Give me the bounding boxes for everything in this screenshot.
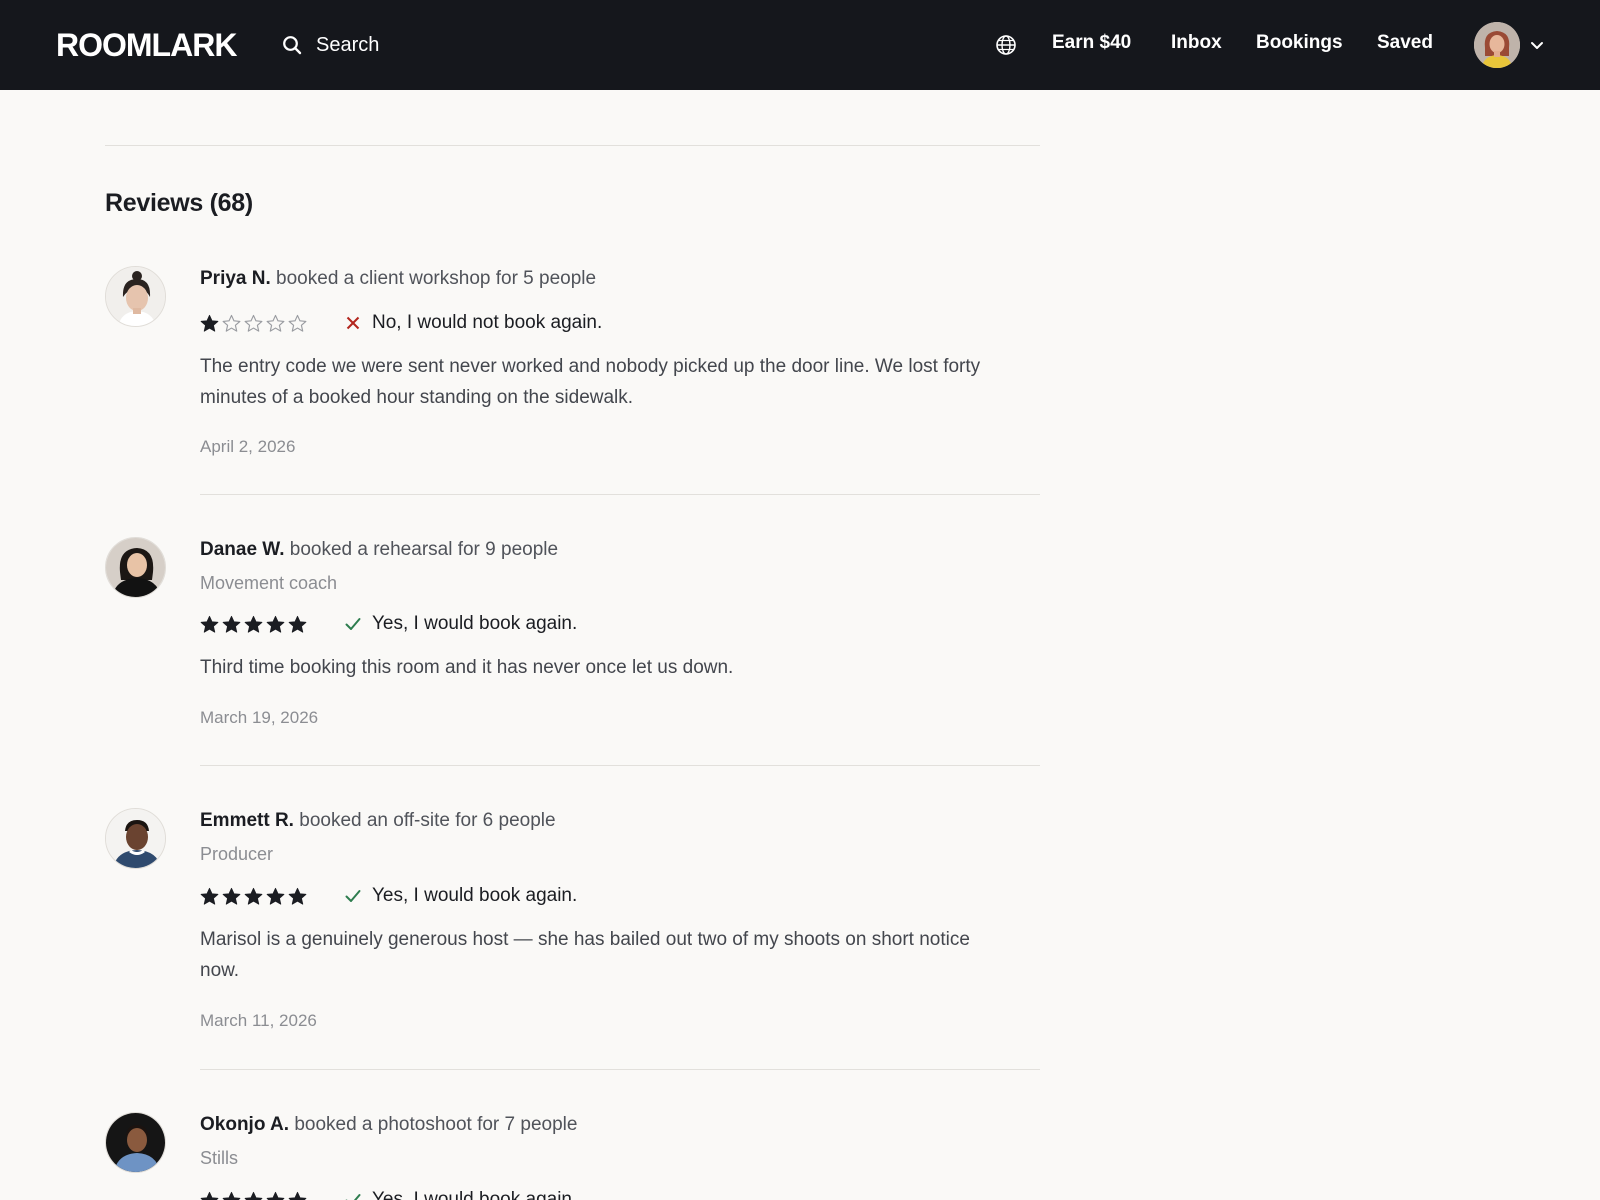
reviewer-name[interactable]: Priya N. <box>200 268 271 289</box>
chevron-down-icon <box>1531 42 1543 49</box>
verdict-text: Yes, I would book again. <box>372 1189 578 1200</box>
reviewer-role: Stills <box>200 1148 239 1168</box>
review-date: March 19, 2026 <box>200 708 319 727</box>
star-filled-icon <box>200 615 219 633</box>
nav-saved-link[interactable]: Saved <box>1377 32 1433 54</box>
review-headline: Danae W. booked a rehearsal for 9 people <box>200 539 558 561</box>
star-filled-icon <box>200 1191 219 1200</box>
book-again-verdict: Yes, I would book again. <box>344 885 577 907</box>
star-filled-icon <box>266 615 285 633</box>
search-label: Search <box>316 33 380 56</box>
nav-inbox-link[interactable]: Inbox <box>1171 32 1222 54</box>
user-avatar <box>1474 22 1520 68</box>
star-rating <box>200 314 344 333</box>
star-filled-icon <box>266 887 285 905</box>
review-divider <box>200 494 1040 495</box>
booking-description: booked an off-site for 6 people <box>299 810 556 831</box>
review-body: Marisol is a genuinely generous host — s… <box>200 929 970 981</box>
review-headline: Okonjo A. booked a photoshoot for 7 peop… <box>200 1114 577 1136</box>
top-navigation-bar: ROOMLARK Search Earn $40 Inbox Bookings … <box>0 0 1600 90</box>
check-icon <box>345 618 361 630</box>
review-item: Priya N. booked a client workshop for 5 … <box>105 266 1045 496</box>
search-icon <box>283 36 302 55</box>
x-icon <box>346 316 360 330</box>
star-filled-icon <box>222 615 241 633</box>
star-rating <box>200 615 344 634</box>
book-again-verdict: Yes, I would book again. <box>344 1189 577 1200</box>
nav-earn-link[interactable]: Earn $40 <box>1052 32 1131 54</box>
reviewer-avatar[interactable] <box>105 266 166 327</box>
rating-row: Yes, I would book again. <box>200 1188 577 1200</box>
account-menu-button[interactable] <box>1474 22 1548 68</box>
star-filled-icon <box>244 615 263 633</box>
section-divider <box>105 145 1040 146</box>
book-again-verdict: No, I would not book again. <box>344 312 602 334</box>
star-empty-icon <box>266 314 285 332</box>
review-divider <box>200 1069 1040 1070</box>
verdict-text: Yes, I would book again. <box>372 613 578 634</box>
review-item: Okonjo A. booked a photoshoot for 7 peop… <box>105 1112 1045 1200</box>
star-empty-icon <box>222 314 241 332</box>
review-headline: Priya N. booked a client workshop for 5 … <box>200 268 596 290</box>
star-filled-icon <box>288 887 307 905</box>
brand-logo[interactable]: ROOMLARK <box>56 27 237 64</box>
rating-row: Yes, I would book again. <box>200 612 577 636</box>
review-body: Third time booking this room and it has … <box>200 657 734 678</box>
reviewer-name[interactable]: Emmett R. <box>200 810 294 831</box>
search-button[interactable]: Search <box>282 29 379 61</box>
star-filled-icon <box>288 615 307 633</box>
star-empty-icon <box>288 314 307 332</box>
globe-icon[interactable] <box>995 34 1017 56</box>
rating-row: No, I would not book again. <box>200 311 602 335</box>
star-filled-icon <box>200 887 219 905</box>
reviewer-avatar[interactable] <box>105 537 166 598</box>
star-filled-icon <box>222 887 241 905</box>
review-item: Danae W. booked a rehearsal for 9 people… <box>105 537 1045 767</box>
booking-description: booked a rehearsal for 9 people <box>289 539 559 560</box>
star-filled-icon <box>222 1191 241 1200</box>
star-rating <box>200 1191 344 1200</box>
reviewer-avatar[interactable] <box>105 1112 166 1173</box>
check-icon <box>345 1194 361 1200</box>
review-body: The entry code we were sent never worked… <box>200 356 981 408</box>
reviewer-avatar[interactable] <box>105 808 166 869</box>
star-filled-icon <box>200 314 219 332</box>
star-filled-icon <box>244 887 263 905</box>
verdict-text: No, I would not book again. <box>372 312 603 333</box>
nav-bookings-link[interactable]: Bookings <box>1256 32 1343 54</box>
book-again-verdict: Yes, I would book again. <box>344 613 577 635</box>
star-filled-icon <box>288 1191 307 1200</box>
reviewer-name[interactable]: Okonjo A. <box>200 1114 289 1135</box>
review-date: March 11, 2026 <box>200 1011 317 1030</box>
booking-description: booked a photoshoot for 7 people <box>294 1114 578 1135</box>
star-empty-icon <box>244 314 263 332</box>
review-headline: Emmett R. booked an off-site for 6 peopl… <box>200 810 556 832</box>
star-filled-icon <box>244 1191 263 1200</box>
review-divider <box>200 765 1040 766</box>
verdict-text: Yes, I would book again. <box>372 885 578 906</box>
star-filled-icon <box>266 1191 285 1200</box>
rating-row: Yes, I would book again. <box>200 884 577 908</box>
reviewer-role: Producer <box>200 844 274 864</box>
review-date: April 2, 2026 <box>200 437 296 456</box>
check-icon <box>345 890 361 902</box>
reviewer-name[interactable]: Danae W. <box>200 539 284 560</box>
review-item: Emmett R. booked an off-site for 6 peopl… <box>105 808 1045 1068</box>
reviewer-role: Movement coach <box>200 573 338 593</box>
booking-description: booked a client workshop for 5 people <box>276 268 597 289</box>
star-rating <box>200 887 344 906</box>
reviews-heading: Reviews (68) <box>105 189 253 217</box>
